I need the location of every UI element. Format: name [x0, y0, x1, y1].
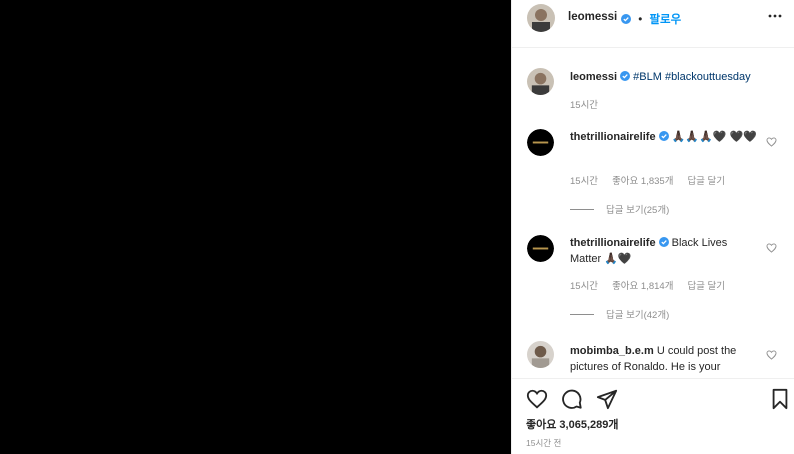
- follow-button[interactable]: 팔로우: [649, 14, 681, 26]
- reply-button[interactable]: 답글 달기: [687, 173, 725, 187]
- comment-meta: 15시간 좋아요 1,814개 답글 달기: [570, 278, 725, 292]
- view-replies-button[interactable]: 답글 보기(25개): [570, 202, 669, 216]
- view-replies-button[interactable]: 답글 보기(42개): [570, 307, 669, 321]
- comment-body: leomessi #BLM #blackouttuesday: [570, 69, 760, 85]
- verified-badge-icon: [620, 71, 631, 81]
- heart-icon[interactable]: [766, 243, 777, 253]
- post-actions: [512, 378, 794, 418]
- post-header: leomessi • 팔로우: [512, 0, 794, 48]
- replies-line: [570, 313, 594, 315]
- avatar[interactable]: [527, 235, 554, 262]
- comment-username[interactable]: thetrillionairelife: [570, 237, 656, 249]
- verified-badge-icon: [658, 131, 669, 141]
- reply-button[interactable]: 답글 달기: [687, 278, 725, 292]
- author-username[interactable]: leomessi: [568, 11, 617, 23]
- post-likes-count[interactable]: 좋아요 3,065,289개: [526, 416, 618, 432]
- instagram-post-view: leomessi • 팔로우 leomessi #BLM #blackouttu…: [0, 0, 794, 454]
- view-replies-label[interactable]: 답글 보기(25개): [606, 202, 669, 216]
- replies-line: [570, 208, 594, 210]
- comment-meta: 15시간 좋아요 1,835개 답글 달기: [570, 173, 725, 187]
- username-text[interactable]: leomessi: [568, 11, 617, 23]
- hashtag-text[interactable]: #BLM #blackouttuesday: [633, 71, 750, 83]
- separator-dot: •: [638, 14, 643, 26]
- comment-time[interactable]: 15시간: [570, 278, 598, 292]
- comment-likes[interactable]: 좋아요 1,814개: [612, 278, 673, 292]
- comment-time[interactable]: 15시간: [570, 173, 598, 187]
- comment-body: thetrillionairelife 🙏🏿🙏🏿🙏🏿🖤 🖤🖤: [570, 129, 760, 145]
- comment-body: mobimba_b.e.m U could post the pictures …: [570, 343, 760, 375]
- heart-icon[interactable]: [526, 388, 548, 410]
- comment-time[interactable]: 15시간: [570, 97, 598, 111]
- heart-icon[interactable]: [766, 350, 777, 360]
- comment-likes[interactable]: 좋아요 1,835개: [612, 173, 673, 187]
- post-timestamp[interactable]: 15시간 전: [526, 437, 561, 449]
- verified-badge-icon: [621, 14, 631, 24]
- avatar[interactable]: [527, 341, 554, 368]
- comment-text: 🙏🏿🙏🏿🙏🏿🖤 🖤🖤: [671, 131, 757, 143]
- share-icon[interactable]: [596, 388, 618, 410]
- verified-badge-icon: [658, 237, 669, 247]
- post-media[interactable]: [0, 0, 511, 454]
- view-replies-label[interactable]: 답글 보기(42개): [606, 307, 669, 321]
- comments-list[interactable]: leomessi #BLM #blackouttuesday 15시간 thet…: [512, 49, 794, 375]
- comment-icon[interactable]: [561, 388, 583, 410]
- post-side-panel: leomessi • 팔로우 leomessi #BLM #blackouttu…: [511, 0, 794, 454]
- comment-username[interactable]: thetrillionairelife: [570, 131, 656, 143]
- follow-area: • 팔로우: [618, 11, 681, 27]
- comment-body: thetrillionairelife Black Lives Matter 🙏…: [570, 235, 760, 267]
- more-options-icon[interactable]: [767, 10, 783, 22]
- comment-meta: 15시간: [570, 97, 598, 111]
- avatar[interactable]: [527, 129, 554, 156]
- avatar[interactable]: [527, 4, 555, 32]
- avatar[interactable]: [527, 68, 554, 95]
- heart-icon[interactable]: [766, 137, 777, 147]
- bookmark-icon[interactable]: [769, 388, 791, 410]
- comment-username[interactable]: mobimba_b.e.m: [570, 345, 654, 357]
- comment-username[interactable]: leomessi: [570, 71, 617, 83]
